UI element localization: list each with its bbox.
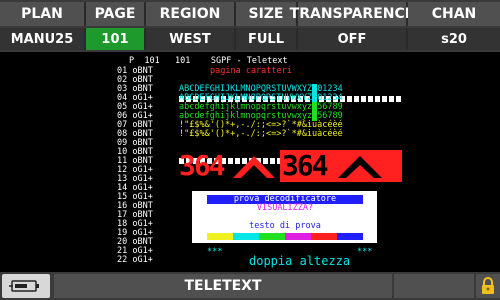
chan-value[interactable]: s20 (408, 28, 500, 50)
mosaic-block (347, 96, 352, 102)
row-number-label: 10 oBNT (117, 147, 174, 157)
row-number-label: 20 oBNT (117, 237, 174, 247)
row-code: oG1+ (132, 255, 153, 265)
row-number-label: 03 oBNT (117, 84, 174, 94)
row-number-label: 19 oG1+ (117, 228, 174, 238)
transparence-label: TRANSPARENCE (290, 2, 414, 26)
big-364-right: 364 (280, 150, 402, 182)
lock-icon (482, 277, 494, 294)
mosaic-block (396, 96, 401, 102)
row-number-label: 22 oG1+ (117, 255, 174, 265)
lock-button[interactable] (476, 274, 500, 298)
mosaic-block (375, 96, 380, 102)
teletext-page: P 101 101 SGPF - Teletext 01 oBNT 02 oBNT… (117, 56, 408, 268)
mosaic-arrow-right (338, 156, 382, 178)
row-number-label: 21 oG1+ (117, 246, 174, 256)
test-box: prova decodificatore VISUALIZZA? testo d… (192, 191, 377, 243)
box-line-testo: testo di prova (249, 221, 321, 231)
page-title-text: pagina caratteri (210, 66, 292, 76)
big-number-right: 364 (282, 149, 329, 182)
mosaic-block (361, 96, 366, 102)
row-number-label: 17 oBNT (117, 210, 174, 220)
row-number-label: 18 oG1+ (117, 219, 174, 229)
row-number-label: 08 oBNT (117, 129, 174, 139)
row-number: 22 (117, 255, 128, 265)
mosaic-block (382, 96, 387, 102)
mosaic-block (368, 96, 373, 102)
color-bars (207, 233, 363, 240)
row-number-label: 16 oBNT (117, 201, 174, 211)
page-value[interactable]: 101 (86, 28, 146, 50)
box-line-visualizza: VISUALIZZA? (256, 203, 314, 213)
bar-cyan (233, 233, 259, 240)
stars-right: *** (357, 247, 373, 257)
row-number-label: 02 oBNT (117, 75, 174, 85)
bar-green (259, 233, 285, 240)
graphic-blocks-row-2 (179, 138, 405, 164)
transparence-value[interactable]: OFF (298, 28, 408, 50)
row-number-label: 06 oG1+ (117, 111, 174, 121)
big-number-left: 364 (179, 149, 226, 182)
bar-red (311, 233, 337, 240)
alphabet-upper-row: ABCDEFGHIJKLMNOPQRSTUVWXYZ 01234 (179, 84, 343, 94)
bar-yellow (207, 233, 233, 240)
big-364-left: 364 (179, 150, 279, 182)
row-number-label: 15 oG1+ (117, 192, 174, 202)
row-number-label: 07 oBNT (117, 120, 174, 130)
plan-label: PLAN (0, 2, 86, 26)
row-number-label: 04 oG1+ (117, 93, 174, 103)
row-number-label: 13 oG1+ (117, 174, 174, 184)
mosaic-block (354, 96, 359, 102)
symbols-row: !"£$%&'()*+,-./:;<=>?`*#&iuàcéèé (179, 120, 343, 130)
bar-magenta (285, 233, 311, 240)
stars-left: *** (207, 247, 223, 257)
footer-title: TELETEXT (54, 274, 392, 298)
footer-bar: TELETEXT (0, 272, 500, 300)
symbols-row-2: !"£$%&'()*+,-./:;<=>?`*#&iuàcéèé (179, 129, 343, 139)
double-height-text: doppia altezza (249, 254, 351, 268)
plan-value[interactable]: MANU25 (0, 28, 86, 50)
mosaic-block (389, 96, 394, 102)
row-number-label: 14 oG1+ (117, 183, 174, 193)
size-value[interactable]: FULL (236, 28, 298, 50)
page-label: PAGE (86, 2, 146, 26)
region-label: REGION (146, 2, 236, 26)
alphabet-upper-row-2: ABCDEFGHIJKLMNOPQRSTUVWXYZ 01234 (179, 93, 343, 103)
alphabet-lower-row-2: abcdefghijklmnopqrstuvwxyz 56789 (179, 111, 343, 121)
bar-blue (337, 233, 363, 240)
teletext-header-line: P 101 101 SGPF - Teletext (129, 56, 288, 66)
chan-label: CHAN (408, 2, 500, 26)
mosaic-arrow-left (233, 156, 275, 178)
row-number-label: 05 oG1+ (117, 102, 174, 112)
battery-button[interactable] (2, 274, 50, 298)
alphabet-lower-row: abcdefghijklmnopqrstuvwxyz 56789 (179, 102, 343, 112)
row-number-label: 11 oBNT (117, 156, 174, 166)
header-bar: PLAN PAGE REGION SIZE TRANSPARENCE CHAN … (0, 0, 500, 52)
row-number-label: 12 oG1+ (117, 165, 174, 175)
region-value[interactable]: WEST (146, 28, 236, 50)
battery-charging-icon (9, 280, 39, 292)
row-number-label: 09 oBNT (117, 138, 174, 148)
row-number-label: 01 oBNT (117, 66, 174, 76)
footer-empty-cell (394, 274, 474, 298)
